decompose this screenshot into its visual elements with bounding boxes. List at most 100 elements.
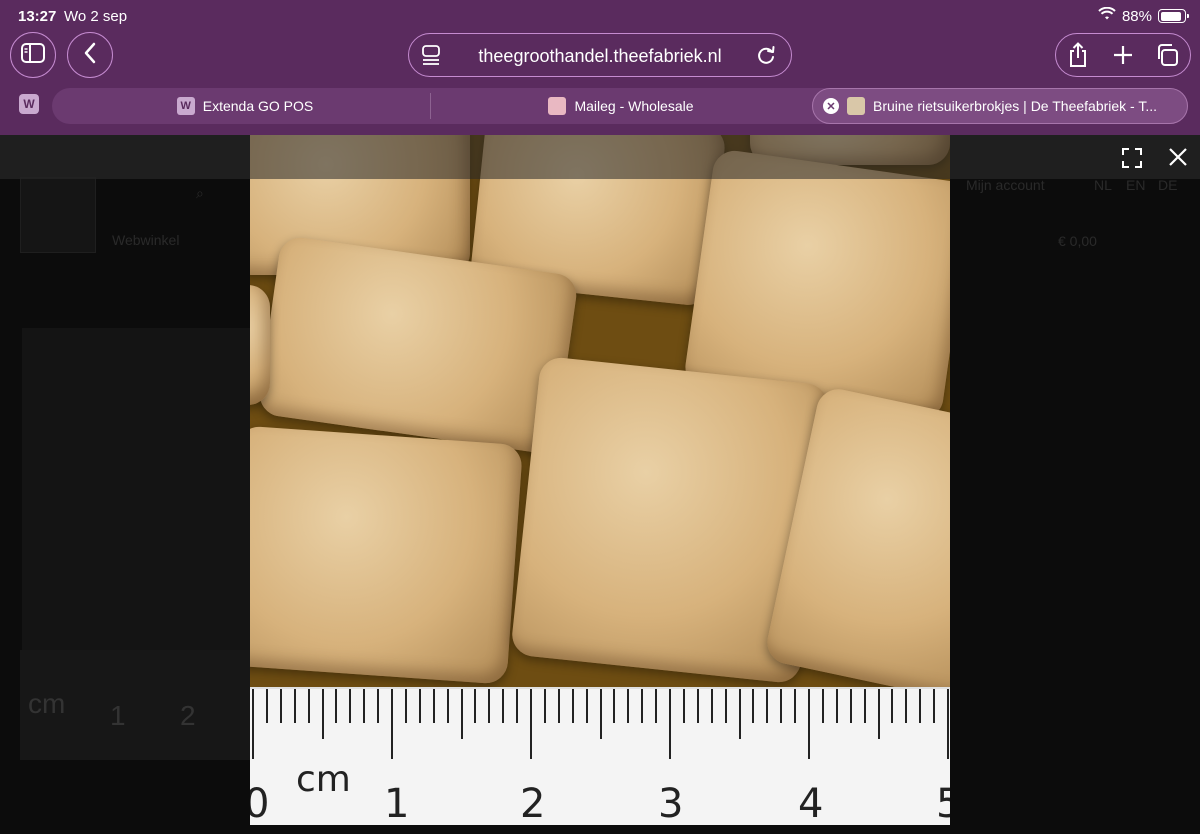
close-tab-icon[interactable]: ✕ (823, 98, 839, 114)
background-ruler: cm 1 2 (20, 650, 252, 760)
ruler-tick (279, 689, 282, 723)
ruler-tick (669, 689, 671, 759)
ruler-number: 0 (250, 781, 270, 825)
ruler-tick (863, 689, 866, 723)
tab-theefabriek[interactable]: ✕ Bruine rietsuikerbrokjes | De Theefabr… (812, 88, 1188, 124)
ruler-tick (418, 689, 421, 723)
lightbox-close-button[interactable] (1166, 145, 1190, 169)
ruler-tick (766, 689, 769, 723)
ruler-number: 2 (180, 700, 196, 731)
ruler-tick (502, 689, 505, 723)
ruler-number: 3 (658, 781, 684, 825)
ruler-tick (516, 689, 519, 723)
ruler-tick (530, 689, 532, 759)
webshop-link[interactable]: Webwinkel (112, 232, 179, 248)
ruler-tick (780, 689, 783, 723)
ruler-tick (363, 689, 366, 723)
site-logo (20, 177, 96, 253)
status-date: Wo 2 sep (64, 8, 128, 25)
ruler-tick (404, 689, 407, 723)
plus-icon[interactable] (1110, 42, 1136, 68)
ruler-tick (474, 689, 477, 723)
maileg-favicon-icon (548, 97, 567, 115)
lightbox-overlay-bar (250, 135, 950, 179)
tab-label: Extenda GO POS (202, 98, 314, 114)
reload-icon[interactable] (755, 44, 777, 71)
ruler-tick (724, 689, 727, 723)
ruler-number: 5 (936, 781, 950, 825)
ruler-tick (432, 689, 435, 723)
ruler-number: 4 (798, 781, 824, 825)
ruler-tick (265, 689, 268, 723)
tab-maileg[interactable]: Maileg - Wholesale (432, 88, 810, 124)
ruler-tick (613, 689, 616, 723)
account-link[interactable]: Mijn account (966, 177, 1045, 193)
status-bar: 13:27 Wo 2 sep 88% (0, 0, 1200, 32)
ruler-unit: cm (296, 759, 351, 800)
chevron-left-icon (83, 42, 97, 69)
ruler-tick (752, 689, 755, 723)
ruler-tick (627, 689, 630, 723)
theefabriek-favicon-icon (847, 97, 865, 115)
ruler-tick (738, 689, 741, 739)
lang-en[interactable]: EN (1126, 177, 1145, 193)
ruler-tick (307, 689, 310, 723)
ruler-tick (293, 689, 296, 723)
tabs-overview-icon[interactable] (1154, 42, 1180, 68)
toolbar-actions (1055, 33, 1191, 77)
ruler-tick (349, 689, 352, 723)
fullscreen-icon (1121, 148, 1143, 173)
ruler-tick (599, 689, 602, 739)
lang-nl[interactable]: NL (1094, 177, 1112, 193)
share-icon[interactable] (1065, 42, 1091, 68)
ruler-tick (571, 689, 574, 723)
ruler-number: 2 (520, 781, 546, 825)
ruler-tick (488, 689, 491, 723)
sidebar-button[interactable] (10, 32, 56, 78)
browser-chrome: 13:27 Wo 2 sep 88% theegroothandel.theef… (0, 0, 1200, 135)
ruler-tick (543, 689, 546, 723)
sugar-cube (250, 285, 270, 405)
ruler-tick (557, 689, 560, 723)
cart-total[interactable]: € 0,00 (1058, 233, 1097, 249)
ruler-tick (585, 689, 588, 723)
ruler-tick (933, 689, 936, 723)
search-icon: ⌕ (196, 185, 204, 201)
url-text: theegroothandel.theefabriek.nl (478, 46, 722, 66)
tab-favicon: W (176, 97, 195, 115)
back-button[interactable] (67, 32, 113, 78)
lang-de[interactable]: DE (1158, 177, 1177, 193)
status-right: 88% (1098, 6, 1189, 25)
battery-percent: 88% (1121, 7, 1152, 25)
ruler-number: 1 (110, 700, 126, 731)
tab-extenda[interactable]: W Extenda GO POS (60, 88, 430, 124)
ruler-tick (335, 689, 338, 723)
ruler-tick (794, 689, 797, 723)
close-icon (1166, 148, 1190, 173)
status-time: 13:27 (18, 8, 57, 25)
ruler-tick (710, 689, 713, 723)
ruler-tick (808, 689, 810, 759)
fullscreen-button[interactable] (1121, 147, 1143, 169)
ruler-unit: cm (28, 688, 66, 719)
sidebar-icon (21, 42, 45, 68)
pinned-tab[interactable]: W (19, 94, 39, 114)
address-bar[interactable]: theegroothandel.theefabriek.nl (408, 33, 792, 77)
tab-label: Maileg - Wholesale (574, 98, 694, 114)
tab-label: Bruine rietsuikerbrokjes | De Theefabrie… (873, 98, 1158, 114)
ruler-tick (446, 689, 449, 723)
ruler-tick (641, 689, 644, 723)
ruler-tick (877, 689, 880, 739)
product-photo[interactable]: cm 0 1 2 3 4 5 (250, 135, 950, 825)
ruler-tick (682, 689, 685, 723)
ruler-tick (252, 689, 254, 759)
ruler-tick (655, 689, 658, 723)
ruler-tick (919, 689, 922, 723)
ruler: cm 0 1 2 3 4 5 (250, 687, 950, 825)
ruler-tick (696, 689, 699, 723)
product-image-bg (22, 328, 252, 698)
battery-icon (1158, 9, 1189, 23)
sugar-cube (250, 425, 524, 685)
ruler-tick (891, 689, 894, 723)
ruler-tick (835, 689, 838, 723)
